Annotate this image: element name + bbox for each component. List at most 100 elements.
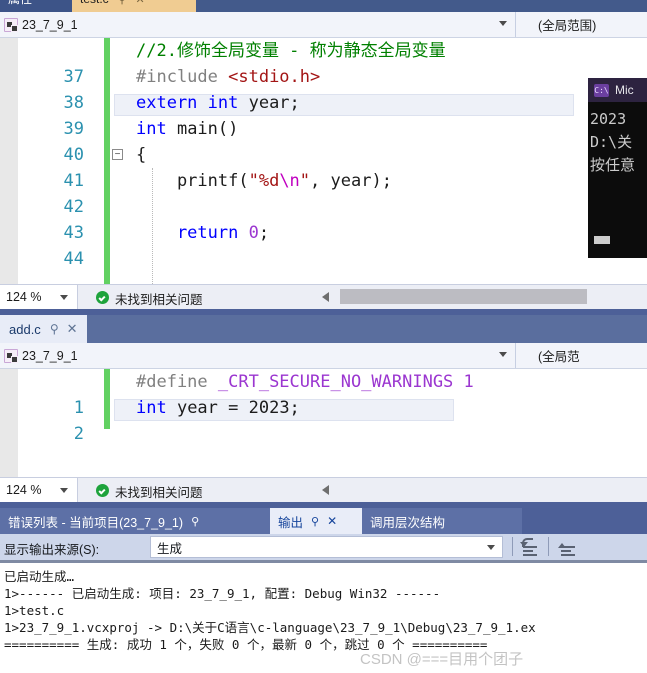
line-code: #include <stdio.h> (136, 64, 320, 90)
chevron-down-icon[interactable] (499, 352, 507, 357)
token-macro-value: 1 (463, 372, 474, 392)
code-line[interactable]: 43 (18, 194, 647, 243)
zoom-level-top: 124 % (6, 290, 42, 304)
horizontal-scrollbar-bottom[interactable] (322, 482, 587, 498)
code-line[interactable]: 38 #include <stdio.h> (18, 64, 647, 113)
code-editor-test-c[interactable]: − 37 //2.修饰全局变量 - 称为静态全局变量 38 #include <… (0, 38, 647, 284)
tab-test-c-label: test.c (80, 0, 109, 6)
editor-bottom-navbar: 23_7_9_1 (全局范 (0, 343, 647, 369)
token-identifier: year; (248, 93, 300, 113)
code-line[interactable]: 2 int year = 2023; (18, 395, 647, 444)
horizontal-scrollbar-top[interactable] (322, 289, 587, 305)
tab-error-list-label: 错误列表 - 当前项目(23_7_9_1) (8, 515, 184, 530)
tab-call-hierarchy-label: 调用层次结构 (370, 515, 446, 530)
chevron-down-icon[interactable] (60, 488, 68, 493)
code-line[interactable]: 37 //2.修饰全局变量 - 称为静态全局变量 (18, 38, 647, 87)
project-name-top: 23_7_9_1 (22, 17, 78, 32)
line-code: int main() (136, 116, 238, 142)
output-pane[interactable]: 已启动生成… 1>------ 已启动生成: 项目: 23_7_9_1, 配置:… (0, 560, 647, 673)
token-string-end: " (299, 171, 311, 191)
token-keyword: extern int (136, 93, 249, 113)
pin-icon[interactable]: ⚲ (50, 322, 59, 336)
console-line: D:\关 (590, 133, 633, 151)
scope-label-bottom: (全局范 (538, 350, 580, 364)
console-window[interactable]: C:\ Mic 2023 D:\关 按任意 (588, 78, 647, 258)
console-titlebar[interactable]: C:\ Mic (588, 78, 647, 102)
scrollbar-thumb[interactable] (340, 289, 587, 304)
status-message-bottom: 未找到相关问题 (115, 486, 203, 500)
chevron-down-icon[interactable] (60, 295, 68, 300)
code-line[interactable]: 40 int main() (18, 116, 647, 165)
chevron-down-icon[interactable] (487, 545, 495, 550)
project-name-bottom: 23_7_9_1 (22, 348, 78, 363)
token-escape: \n (279, 171, 300, 191)
output-toolbar: 显示输出来源(S): 生成 (0, 534, 647, 560)
console-cursor (594, 236, 610, 244)
code-line[interactable]: 1 #define _CRT_SECURE_NO_WARNINGS 1 (18, 369, 647, 418)
editor-margin-top (0, 38, 18, 284)
close-icon[interactable]: ✕ (67, 321, 78, 337)
editor-top-navbar: 23_7_9_1 (全局范围) (0, 12, 647, 38)
project-scope-dropdown-bottom[interactable]: 23_7_9_1 (0, 343, 516, 368)
code-line[interactable]: 41 { (18, 142, 647, 191)
tab-error-list[interactable]: 错误列表 - 当前项目(23_7_9_1) ⚲ (0, 508, 270, 534)
editor-bottom-statusbar: 124 % 未找到相关问题 (0, 477, 647, 502)
watermark-text: CSDN @===目用个团子 (360, 651, 524, 668)
tab-test-c[interactable]: test.c ⚲ ✕ (72, 0, 196, 12)
tab-properties[interactable]: 属性 (0, 0, 72, 12)
project-scope-dropdown-top[interactable]: 23_7_9_1 (0, 12, 516, 37)
code-editor-add-c[interactable]: 1 #define _CRT_SECURE_NO_WARNINGS 1 2 in… (0, 369, 647, 477)
status-ok-icon (96, 291, 109, 304)
pin-icon[interactable]: ⚲ (311, 515, 319, 528)
zoom-level-dropdown-top[interactable]: 124 % (0, 285, 78, 309)
output-line: 已启动生成… (4, 569, 75, 584)
scroll-left-arrow-icon[interactable] (322, 485, 329, 495)
line-code: return 0; (136, 220, 269, 246)
pin-icon[interactable]: ⚲ (118, 0, 126, 6)
token-keyword: int (136, 119, 177, 139)
close-icon[interactable]: ✕ (135, 0, 144, 6)
code-lines-bottom[interactable]: 1 #define _CRT_SECURE_NO_WARNINGS 1 2 in… (18, 369, 647, 477)
code-line[interactable]: 42 printf("%d\n", year); (18, 168, 647, 217)
code-lines-top[interactable]: 37 //2.修饰全局变量 - 称为静态全局变量 38 #include <st… (18, 38, 647, 284)
word-wrap-icon[interactable] (558, 538, 578, 556)
line-code: //2.修饰全局变量 - 称为静态全局变量 (136, 41, 446, 61)
output-source-value: 生成 (157, 541, 183, 556)
line-code: printf("%d\n", year); (136, 168, 392, 194)
tab-call-hierarchy[interactable]: 调用层次结构 (362, 508, 522, 534)
token-function: main() (176, 119, 239, 139)
output-line: 1>------ 已启动生成: 项目: 23_7_9_1, 配置: Debug … (4, 586, 441, 601)
member-scope-dropdown-bottom[interactable]: (全局范 (516, 343, 647, 368)
output-scroll-indicator[interactable] (0, 560, 647, 563)
tab-output[interactable]: 输出 ⚲ ✕ (270, 508, 362, 534)
clear-output-icon[interactable] (520, 538, 540, 556)
chevron-down-icon[interactable] (499, 21, 507, 26)
zoom-level-dropdown-bottom[interactable]: 124 % (0, 478, 78, 502)
output-line: 1>23_7_9_1.vcxproj -> D:\关于C语言\c-languag… (4, 620, 536, 635)
document-tabstrip-addc: add.c ⚲ ✕ (0, 315, 647, 343)
console-line: 2023 (590, 110, 627, 128)
pin-icon[interactable]: ⚲ (191, 515, 199, 528)
line-code: #define _CRT_SECURE_NO_WARNINGS 1 (136, 369, 474, 395)
token-args: , year); (310, 171, 392, 191)
line-number: 44 (63, 249, 84, 269)
output-source-dropdown[interactable]: 生成 (150, 536, 503, 558)
console-line: 按任意 (590, 156, 636, 174)
code-line[interactable]: 39 extern int year; (18, 90, 647, 139)
token-directive: #define (136, 372, 218, 392)
tab-add-c[interactable]: add.c ⚲ ✕ (0, 315, 87, 343)
line-code: extern int year; (136, 90, 300, 116)
top-document-tabstrip: 属性 test.c ⚲ ✕ (0, 0, 647, 12)
project-icon (4, 17, 18, 32)
token-keyword: return (136, 223, 249, 243)
bottom-panel-tabstrip: 错误列表 - 当前项目(23_7_9_1) ⚲ 输出 ⚲ ✕ 调用层次结构 (0, 508, 647, 534)
scroll-left-arrow-icon[interactable] (322, 292, 329, 302)
close-icon[interactable]: ✕ (327, 514, 337, 528)
line-code: { (136, 145, 147, 165)
console-title-label: Mic (615, 83, 634, 97)
editor-margin-bottom (0, 369, 18, 477)
member-scope-dropdown-top[interactable]: (全局范围) (516, 12, 647, 37)
token-macro: _CRT_SECURE_NO_WARNINGS (217, 372, 464, 392)
tab-properties-label: 属性 (8, 0, 32, 6)
code-line[interactable]: 44 return 0; (18, 220, 647, 269)
